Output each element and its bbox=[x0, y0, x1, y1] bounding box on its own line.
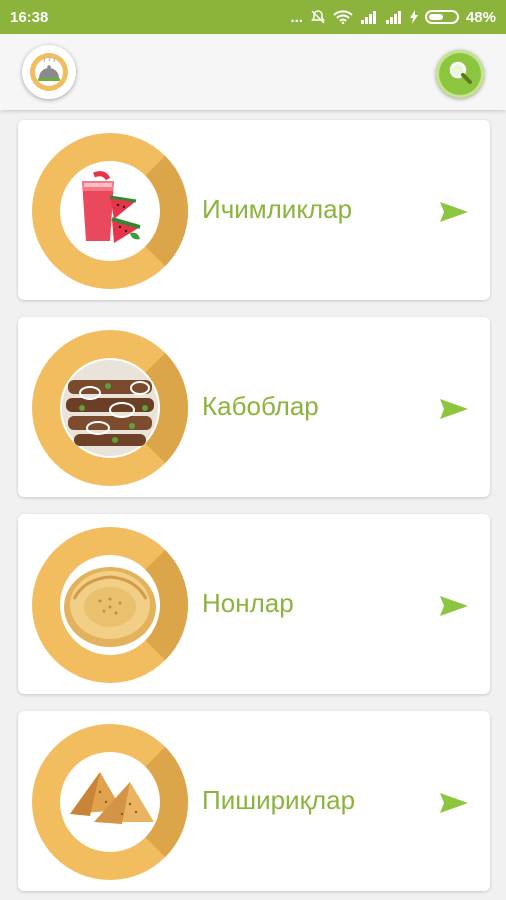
category-label: Ичимликлар bbox=[202, 194, 353, 224]
signal-icon-2 bbox=[385, 10, 403, 24]
category-image-ring bbox=[32, 133, 188, 289]
status-time: 16:38 bbox=[10, 8, 49, 26]
battery-icon bbox=[424, 10, 459, 24]
category-label: Нонлар bbox=[202, 588, 294, 618]
status-dots: ... bbox=[290, 8, 303, 26]
wifi-icon bbox=[333, 10, 353, 24]
drink-watermelon-image bbox=[60, 161, 160, 261]
category-card-breads[interactable]: Нонлар bbox=[18, 514, 490, 694]
category-image-ring bbox=[32, 527, 188, 683]
chef-cloche-logo-icon[interactable] bbox=[22, 45, 76, 99]
status-icons: ... 48% bbox=[290, 9, 496, 26]
magnifier-icon bbox=[447, 59, 473, 90]
kebab-plate-image bbox=[60, 358, 160, 458]
category-card-drinks[interactable]: Ичимликлар bbox=[18, 120, 490, 300]
bell-off-icon bbox=[310, 9, 326, 25]
send-arrow-icon bbox=[440, 399, 468, 419]
category-label: Кабоблар bbox=[202, 391, 319, 421]
samsa-pastry-image bbox=[60, 752, 160, 852]
category-image-ring bbox=[32, 724, 188, 880]
send-arrow-icon bbox=[440, 596, 468, 616]
app-bar bbox=[0, 34, 506, 110]
status-bar: 16:38 ... 48% bbox=[0, 0, 506, 34]
send-arrow-icon bbox=[440, 202, 468, 222]
category-label: Пишириқлар bbox=[202, 785, 356, 815]
signal-icon-1 bbox=[360, 10, 378, 24]
search-button[interactable] bbox=[436, 50, 484, 98]
charging-icon bbox=[409, 10, 418, 24]
category-image-ring bbox=[32, 330, 188, 486]
send-arrow-icon bbox=[440, 793, 468, 813]
battery-percent: 48% bbox=[465, 8, 496, 26]
category-card-pastries[interactable]: Пишириқлар bbox=[18, 711, 490, 891]
bread-image bbox=[60, 555, 160, 655]
category-card-kebabs[interactable]: Кабоблар bbox=[18, 317, 490, 497]
